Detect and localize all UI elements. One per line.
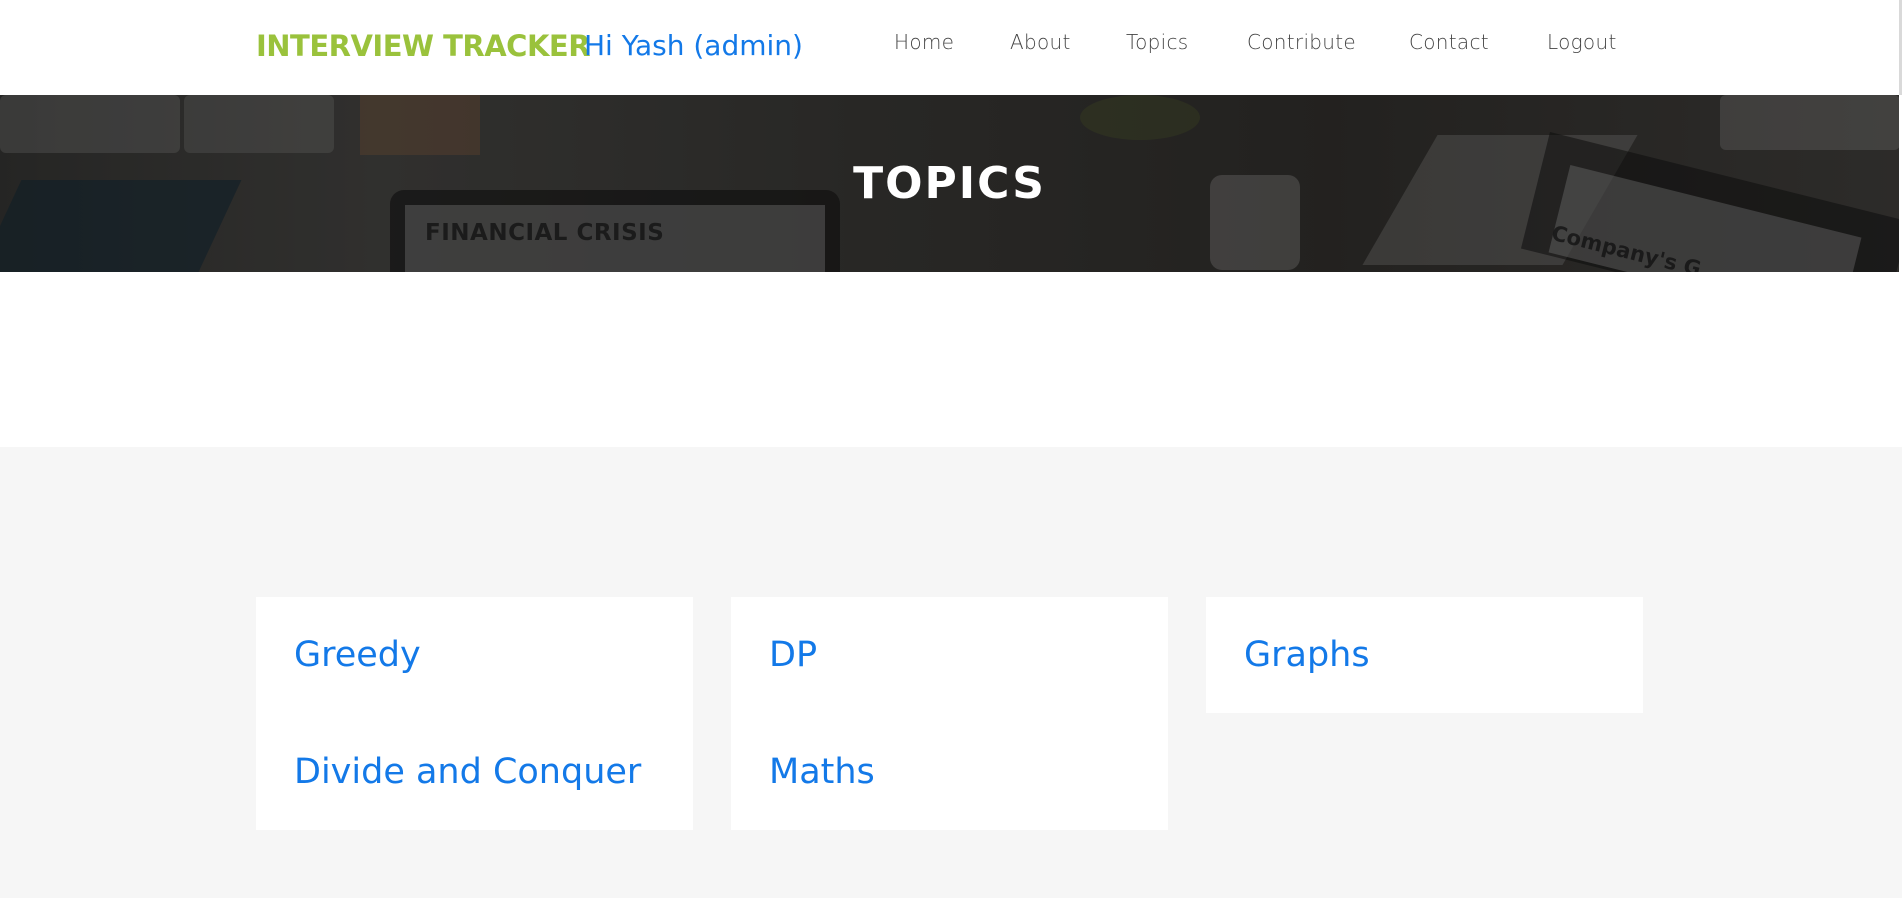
nav-contribute-link[interactable]: Contribute <box>1247 30 1356 54</box>
nav-about-link[interactable]: About <box>1010 30 1071 54</box>
nav-contact-link[interactable]: Contact <box>1409 30 1489 54</box>
site-header: INTERVIEW TRACKER Hi Yash (admin) Home A… <box>0 0 1902 95</box>
topic-link-dp[interactable]: DP <box>769 635 817 675</box>
content-spacer <box>0 272 1902 447</box>
nav-logout-link[interactable]: Logout <box>1547 30 1617 54</box>
topic-card: Graphs <box>1206 597 1643 713</box>
main-nav: Home About Topics Contribute Contact Log… <box>0 30 1902 60</box>
page-title: TOPICS <box>853 158 1046 209</box>
nav-home-link[interactable]: Home <box>894 30 954 54</box>
topic-link-maths[interactable]: Maths <box>769 752 875 792</box>
topic-link-greedy[interactable]: Greedy <box>294 635 421 675</box>
topic-link-graphs[interactable]: Graphs <box>1244 635 1370 675</box>
nav-topics-link[interactable]: Topics <box>1126 30 1189 54</box>
page-banner: FINANCIAL CRISIS Company's G TOPICS <box>0 95 1899 272</box>
topic-card: DP Maths <box>731 597 1168 830</box>
topics-section: Greedy Divide and Conquer DP Maths Graph… <box>0 447 1902 898</box>
topic-link-divide-and-conquer[interactable]: Divide and Conquer <box>294 752 641 792</box>
topic-card: Greedy Divide and Conquer <box>256 597 693 830</box>
